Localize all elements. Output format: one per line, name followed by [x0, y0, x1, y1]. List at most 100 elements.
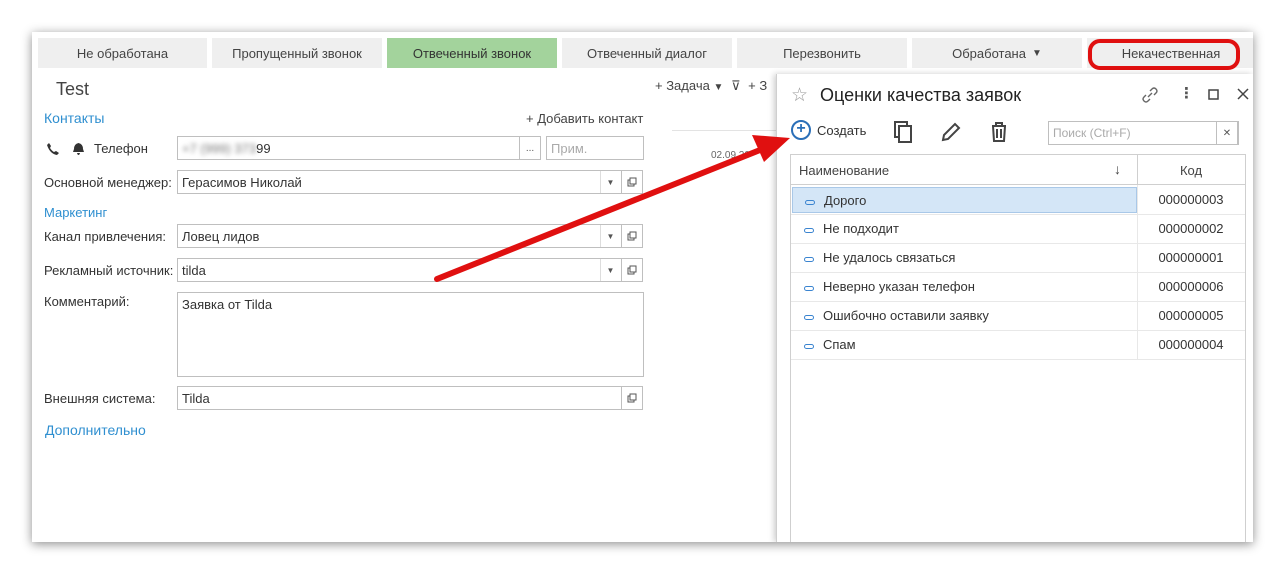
dialog-toolbar: + Создать Поиск (Ctrl+F) ✕	[791, 120, 1251, 146]
row-code: 000000001	[1158, 250, 1224, 265]
external-input[interactable]: Tilda	[177, 386, 622, 410]
plus-circle-icon: +	[791, 120, 811, 140]
manager-input[interactable]: Герасимов Николай	[177, 170, 622, 194]
source-input[interactable]: tilda	[177, 258, 622, 282]
delete-trash-icon[interactable]	[987, 120, 1011, 144]
chevron-down-icon[interactable]: ▼	[600, 225, 620, 247]
row-name: Ошибочно оставили заявку	[823, 308, 989, 323]
table-row[interactable]: Спам 000000004	[791, 331, 1245, 360]
star-icon[interactable]: ☆	[791, 84, 808, 107]
open-manager-button[interactable]	[621, 170, 643, 194]
open-window-icon	[627, 177, 637, 187]
channel-input[interactable]: Ловец лидов	[177, 224, 622, 248]
row-name: Не удалось связаться	[823, 250, 956, 265]
table-row[interactable]: Ошибочно оставили заявку 000000005	[791, 302, 1245, 331]
column-header-code[interactable]: Код	[1137, 163, 1245, 178]
source-label: Рекламный источник:	[44, 263, 174, 278]
search-input[interactable]: Поиск (Ctrl+F) ✕	[1048, 121, 1239, 145]
phone-label: Телефон	[94, 141, 148, 156]
table-row[interactable]: Неверно указан телефон 000000006	[791, 273, 1245, 302]
catalog-item-icon	[804, 344, 814, 349]
row-name: Неверно указан телефон	[823, 279, 975, 294]
external-label: Внешняя система:	[44, 391, 156, 406]
contacts-section-link[interactable]: Контакты	[44, 110, 104, 126]
search-placeholder: Поиск (Ctrl+F)	[1053, 126, 1131, 140]
create-label: Создать	[817, 122, 867, 138]
channel-value: Ловец лидов	[182, 229, 260, 244]
add-task-button[interactable]: + Задача	[655, 78, 710, 93]
edit-pencil-icon[interactable]	[939, 120, 963, 144]
add-fragment-button[interactable]: + З	[748, 78, 767, 93]
tab-label: Отвеченный звонок	[412, 45, 532, 61]
tab-processed[interactable]: Обработана ▼	[912, 38, 1082, 68]
row-name: Не подходит	[823, 221, 899, 236]
column-header-name[interactable]: Наименование	[799, 163, 889, 178]
marketing-section-link[interactable]: Маркетинг	[44, 205, 107, 220]
comment-textarea[interactable]: Заявка от Tilda	[177, 292, 644, 377]
clear-search-button[interactable]: ✕	[1216, 121, 1238, 145]
open-channel-button[interactable]	[621, 224, 643, 248]
page-title: Test	[56, 79, 90, 99]
table-row[interactable]: Дорого 000000003	[791, 186, 1245, 215]
more-options-icon[interactable]: ⋮	[1179, 84, 1194, 102]
external-value: Tilda	[182, 391, 210, 406]
maximize-icon[interactable]	[1208, 89, 1219, 100]
tab-answered-call[interactable]: Отвеченный звонок	[387, 38, 557, 68]
row-code: 000000005	[1158, 308, 1224, 323]
catalog-item-icon	[805, 200, 815, 205]
phone-select-button[interactable]: ...	[519, 136, 541, 160]
channel-label: Канал привлечения:	[44, 229, 167, 244]
open-external-button[interactable]	[621, 386, 643, 410]
row-name: Спам	[823, 337, 856, 352]
tab-call-back[interactable]: Перезвонить	[737, 38, 907, 68]
ratings-table: Наименование ↓ Код Дорого 000000003 Не по…	[790, 154, 1246, 542]
task-actions: + Задача ▼ ⊽ + З	[655, 78, 767, 94]
comment-label: Комментарий:	[44, 294, 130, 309]
table-row[interactable]: Не удалось связаться 000000001	[791, 244, 1245, 273]
manager-label: Основной менеджер:	[44, 175, 172, 190]
copy-icon[interactable]	[891, 120, 915, 144]
divider	[672, 130, 782, 131]
caret-down-icon: ▼	[1031, 47, 1042, 59]
tab-label: Некачественная	[1121, 45, 1221, 61]
phone-blurred-value: +7 (999) 373	[182, 141, 257, 156]
phone-icon[interactable]	[46, 142, 60, 156]
catalog-item-icon	[804, 257, 814, 262]
chevron-down-icon[interactable]: ▼	[600, 259, 620, 281]
create-button[interactable]: + Создать	[791, 120, 866, 140]
table-header: Наименование ↓ Код	[791, 155, 1245, 185]
bell-icon[interactable]	[72, 142, 85, 156]
tab-answered-dialog[interactable]: Отвеченный диалог	[562, 38, 732, 68]
tab-label: Не обработана	[76, 45, 169, 61]
row-code: 000000006	[1158, 279, 1224, 294]
table-row[interactable]: Не подходит 000000002	[791, 215, 1245, 244]
caret-down-icon[interactable]: ▼	[713, 82, 723, 93]
close-icon[interactable]	[1237, 88, 1249, 100]
quality-ratings-dialog: ☆ Оценки качества заявок ⋮ + Создать Пои…	[776, 74, 1253, 542]
filter-icon[interactable]: ⊽	[731, 78, 741, 93]
link-icon[interactable]	[1141, 86, 1159, 104]
tab-label: Пропущенный звонок	[232, 45, 362, 61]
open-window-icon	[627, 393, 637, 403]
status-tabs: Не обработана Пропущенный звонок Отвечен…	[38, 38, 1253, 68]
main-window: Не обработана Пропущенный звонок Отвечен…	[32, 32, 1253, 542]
chevron-down-icon[interactable]: ▼	[600, 171, 620, 193]
tab-not-processed[interactable]: Не обработана	[38, 38, 207, 68]
more-section-link[interactable]: Дополнительно	[45, 422, 146, 438]
comment-value: Заявка от Tilda	[182, 297, 273, 312]
sort-arrow-icon[interactable]: ↓	[1114, 161, 1121, 177]
row-code: 000000002	[1158, 221, 1224, 236]
phone-note-input[interactable]: Прим.	[546, 136, 644, 160]
open-window-icon	[627, 231, 637, 241]
timeline-date: 02.09.20	[711, 150, 750, 161]
source-value: tilda	[182, 263, 206, 278]
catalog-item-icon	[804, 228, 814, 233]
tab-label: Отвеченный диалог	[587, 45, 707, 61]
tab-missed-call[interactable]: Пропущенный звонок	[212, 38, 382, 68]
add-contact-button[interactable]: + Добавить контакт	[526, 111, 643, 126]
open-source-button[interactable]	[621, 258, 643, 282]
phone-visible-value: 99	[256, 141, 271, 156]
tab-low-quality[interactable]: Некачественная	[1087, 38, 1253, 68]
tab-label: Обработана	[952, 45, 1026, 61]
phone-input[interactable]: +7 (999) 37399	[177, 136, 520, 160]
